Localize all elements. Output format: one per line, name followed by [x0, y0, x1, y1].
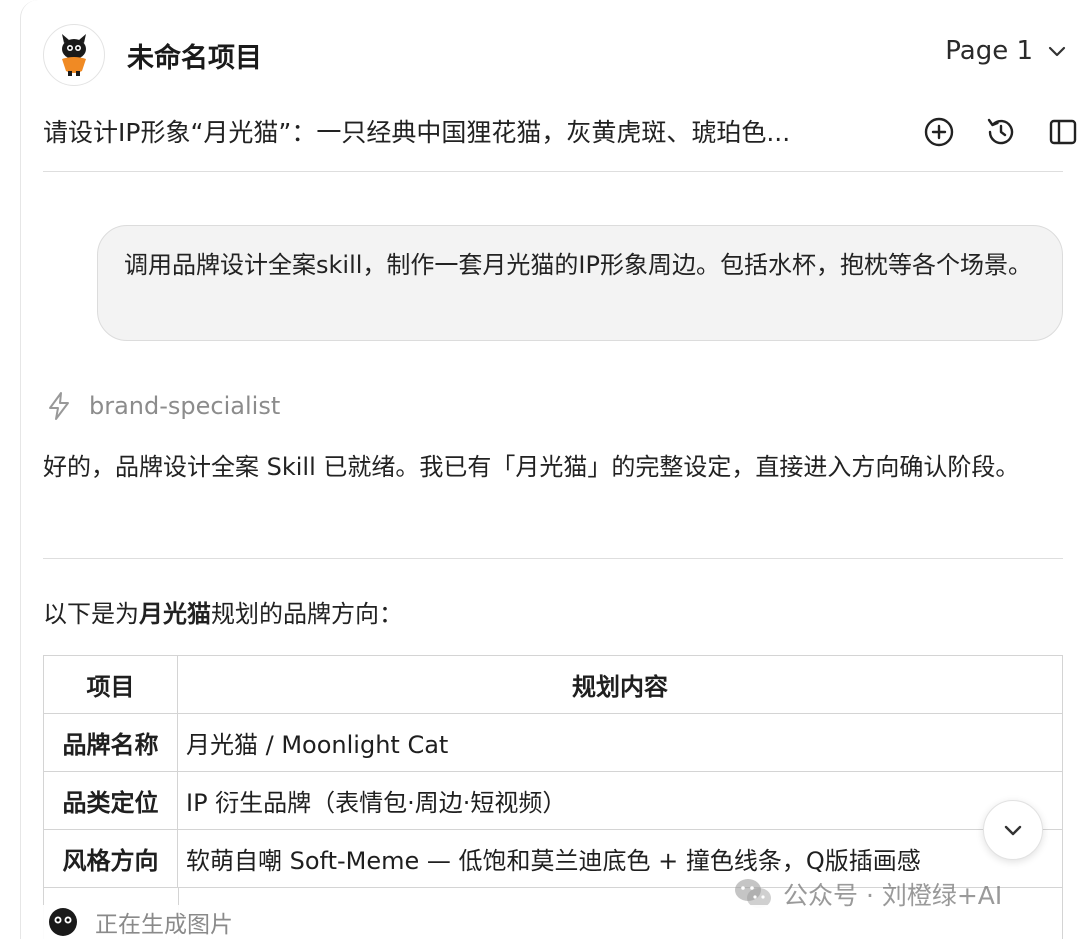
- intro-prefix: 以下是为: [43, 600, 139, 628]
- page-selector[interactable]: Page 1: [945, 36, 1067, 66]
- sidebar-toggle-button[interactable]: [1045, 114, 1080, 150]
- page-label: Page 1: [945, 36, 1033, 66]
- table-cell-value: IP 衍生品牌（表情包·周边·短视频）: [177, 771, 1063, 830]
- table-cell-key: 品牌名称: [43, 713, 178, 772]
- assistant-reply: 好的，品牌设计全案 Skill 已就绪。我已有「月光猫」的完整设定，直接进入方向…: [43, 453, 1020, 481]
- project-avatar[interactable]: [43, 24, 105, 86]
- new-chat-button[interactable]: [921, 114, 957, 150]
- table-cell-value: 月光猫 / Moonlight Cat: [177, 713, 1063, 772]
- prompt-preview: 请设计IP形象“月光猫”：一只经典中国狸花猫，灰黄虎斑、琥珀色...: [43, 118, 791, 147]
- sidebar-toggle-icon: [1049, 119, 1077, 145]
- plan-intro: 以下是为月光猫规划的品牌方向：: [43, 594, 403, 629]
- header: 未命名项目 Page 1 请设计IP形象“月光猫”：一只经典中国狸花猫，灰黄虎斑…: [21, 0, 1080, 147]
- chat-panel: 未命名项目 Page 1 请设计IP形象“月光猫”：一只经典中国狸花猫，灰黄虎斑…: [20, 0, 1080, 939]
- content-divider: [43, 558, 1063, 559]
- bolt-icon: [49, 392, 69, 420]
- header-divider: [43, 171, 1063, 172]
- user-message: 调用品牌设计全案skill，制作一套月光猫的IP形象周边。包括水杯，抱枕等各个场…: [97, 225, 1063, 341]
- chevron-down-icon: [1048, 46, 1066, 57]
- project-title[interactable]: 未命名项目: [127, 36, 262, 75]
- plan-table: 项目 规划内容 品牌名称 月光猫 / Moonlight Cat 品类定位 IP…: [43, 655, 1063, 888]
- plus-circle-icon: [924, 117, 954, 147]
- intro-suffix: 规划的品牌方向：: [211, 600, 403, 628]
- intro-brand: 月光猫: [139, 600, 211, 628]
- cat-mascot-icon: [62, 34, 86, 76]
- table-cell-key: 风格方向: [43, 829, 178, 888]
- table-header-content: 规划内容: [177, 655, 1063, 714]
- generation-status: 正在生成图片: [21, 905, 781, 939]
- watermark-text: 公众号 · 刘橙绿+AI: [783, 881, 1003, 910]
- table-header-item: 项目: [43, 655, 178, 714]
- skill-badge: brand-specialist: [43, 390, 280, 422]
- table-header-row: 项目 规划内容: [43, 655, 1063, 714]
- scroll-to-bottom-button[interactable]: [983, 800, 1043, 860]
- history-button[interactable]: [983, 114, 1019, 150]
- table-cell-key: 品类定位: [43, 771, 178, 830]
- skill-name: brand-specialist: [89, 392, 281, 420]
- status-text: 正在生成图片: [95, 912, 233, 938]
- loading-mascot-icon: [49, 908, 77, 936]
- table-row: 品牌名称 月光猫 / Moonlight Cat: [43, 713, 1063, 772]
- history-icon: [987, 118, 1014, 145]
- chevron-down-icon: [1004, 825, 1022, 836]
- table-row: 品类定位 IP 衍生品牌（表情包·周边·短视频）: [43, 771, 1063, 830]
- header-toolbar: [895, 114, 1080, 150]
